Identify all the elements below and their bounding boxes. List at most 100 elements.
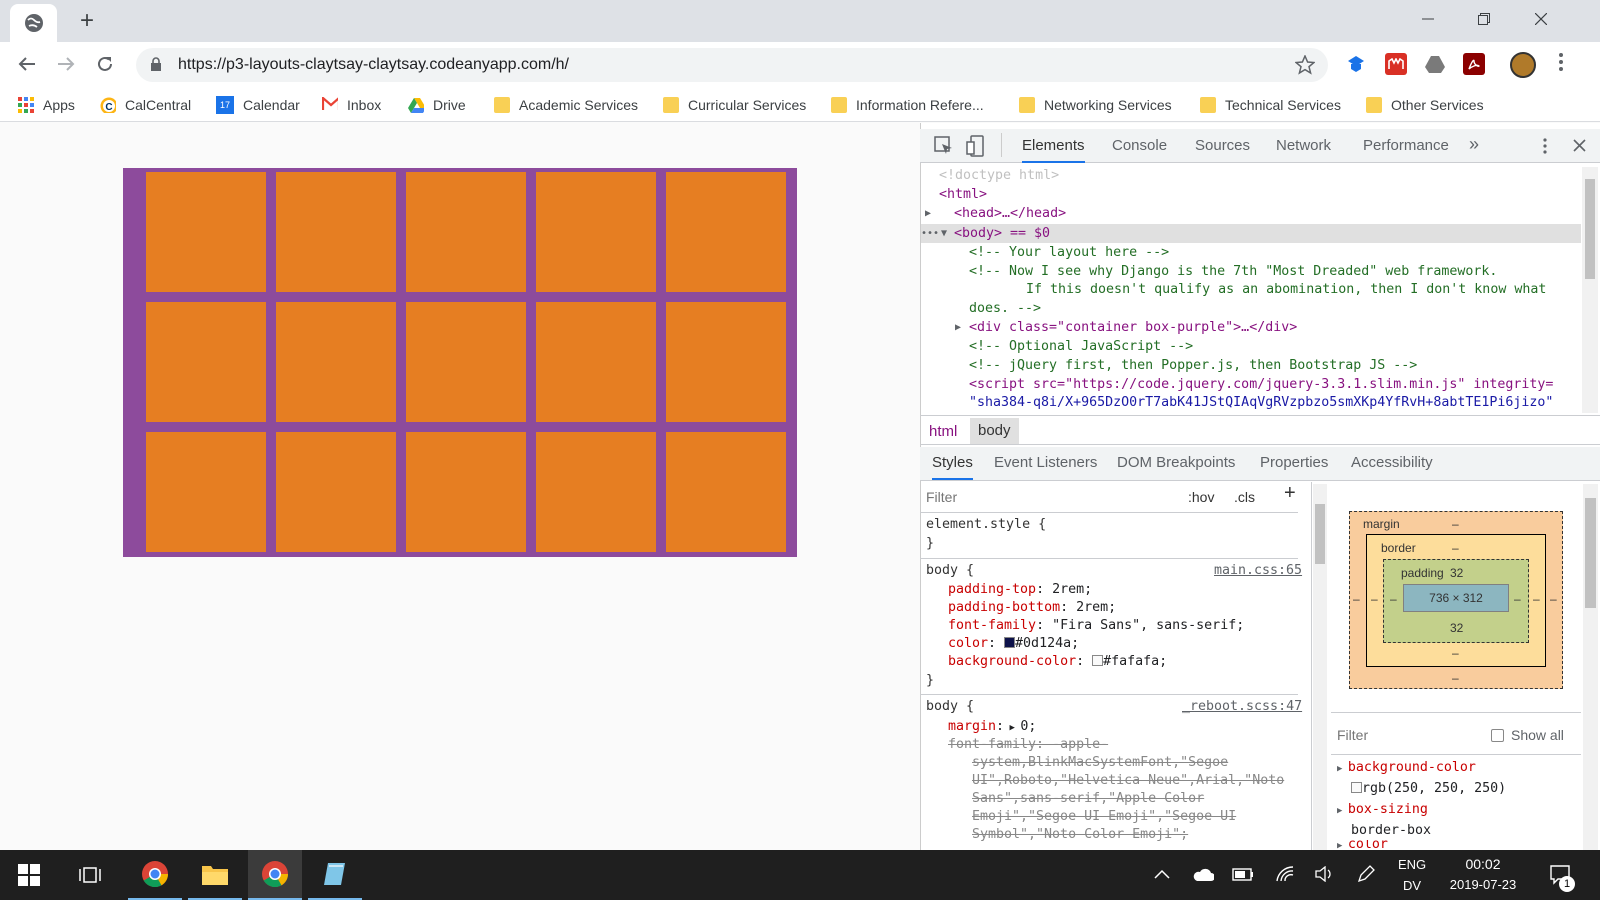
extension-4-icon[interactable] (1463, 53, 1485, 75)
css-declaration[interactable]: margin: ▶ 0; (948, 718, 1036, 738)
extension-1-icon[interactable] (1345, 53, 1367, 75)
extension-3-icon[interactable] (1424, 53, 1446, 75)
overridden-declaration[interactable]: font-family: -apple- (948, 736, 1108, 755)
border-right-value[interactable]: – (1533, 592, 1540, 606)
dom-line[interactable]: does. --> (969, 299, 1041, 318)
volume-icon[interactable] (1315, 866, 1335, 882)
css-declaration[interactable]: font-family: "Fira Sans", sans-serif; (948, 617, 1244, 636)
device-toolbar-icon[interactable] (966, 135, 984, 157)
css-declaration[interactable]: padding-top: 2rem; (948, 581, 1092, 600)
collapse-arrow-icon[interactable]: ▼ (941, 224, 947, 243)
dom-line[interactable]: <!doctype html> (939, 166, 1059, 185)
wifi-icon[interactable] (1275, 865, 1295, 883)
computed-property[interactable]: ▶ box-sizing border-box (1337, 800, 1431, 840)
color-swatch[interactable] (1004, 637, 1016, 648)
bookmark-folder-information[interactable]: Information Refere... (831, 94, 984, 116)
computed-property[interactable]: ▶ background-color rgb(250, 250, 250) (1337, 758, 1506, 798)
bookmark-calendar[interactable]: 17 Calendar (216, 94, 300, 116)
devtools-menu-icon[interactable] (1542, 137, 1548, 155)
bookmark-folder-networking[interactable]: Networking Services (1019, 94, 1172, 116)
clock[interactable]: 00:02 2019-07-23 (1445, 856, 1521, 892)
dom-line[interactable]: <!-- Your layout here --> (969, 243, 1169, 262)
computed-property[interactable]: ▶ color (1337, 840, 1388, 850)
close-devtools-icon[interactable] (1573, 139, 1586, 152)
computed-filter-input[interactable] (1337, 724, 1457, 746)
url-text[interactable]: https://p3-layouts-claytsay-claytsay.cod… (178, 56, 569, 74)
dom-line-selected[interactable]: <body> == $0 (954, 224, 1050, 243)
dom-line[interactable]: <!-- Now I see why Django is the 7th "Mo… (969, 262, 1497, 281)
tab-sources[interactable]: Sources (1195, 137, 1250, 163)
dom-line[interactable]: <html> (939, 185, 987, 204)
subtab-styles[interactable]: Styles (932, 454, 973, 480)
tab-elements[interactable]: Elements (1022, 137, 1085, 163)
rule-source-link[interactable]: _reboot.scss:47 (1182, 698, 1302, 717)
hov-toggle[interactable]: :hov (1188, 488, 1214, 507)
css-declaration[interactable]: color: #0d124a; (948, 635, 1079, 654)
rule-source-link[interactable]: main.css:65 (1214, 562, 1302, 581)
box-model-content[interactable]: 736 × 312 (1403, 584, 1509, 612)
margin-right-value[interactable]: – (1550, 592, 1557, 606)
css-declaration[interactable]: padding-bottom: 2rem; (948, 599, 1116, 618)
padding-bottom-value[interactable]: 32 (1450, 621, 1463, 635)
action-center-button[interactable]: 1 (1549, 864, 1575, 892)
back-button[interactable] (13, 50, 41, 78)
tab-console[interactable]: Console (1112, 137, 1167, 163)
ellipsis-icon[interactable]: ••• (921, 224, 939, 243)
dom-line[interactable]: If this doesn't qualify as an abominatio… (1026, 280, 1546, 299)
dom-line[interactable]: "sha384-q8i/X+965DzO0rT7abK41JStQIAqVgRV… (969, 393, 1553, 412)
start-button[interactable] (2, 850, 56, 900)
new-rule-button[interactable]: + (1284, 483, 1296, 502)
bookmark-star-icon[interactable] (1295, 55, 1315, 75)
padding-top-value[interactable]: 32 (1450, 566, 1463, 580)
profile-avatar[interactable] (1510, 52, 1536, 78)
bookmark-folder-academic[interactable]: Academic Services (494, 94, 638, 116)
elements-tree[interactable]: <!doctype html> <html> ▶ <head>…</head> … (921, 164, 1580, 415)
dom-line[interactable]: <div class="container box-purple">…</div… (969, 318, 1297, 337)
padding-left-value[interactable]: – (1390, 592, 1397, 606)
padding-right-value[interactable]: – (1514, 592, 1521, 606)
bookmark-folder-other[interactable]: Other Services (1366, 94, 1484, 116)
inspect-element-icon[interactable] (934, 136, 954, 156)
chevron-up-icon[interactable] (1154, 868, 1170, 880)
bookmark-drive[interactable]: Drive (408, 94, 466, 116)
show-all-checkbox[interactable] (1491, 729, 1504, 742)
reload-button[interactable] (91, 50, 119, 78)
taskbar-file-explorer[interactable] (188, 850, 242, 900)
styles-filter-input[interactable] (926, 485, 1166, 509)
breadcrumb-body[interactable]: body (970, 418, 1019, 444)
close-window-button[interactable] (1518, 4, 1564, 34)
expand-arrow-icon[interactable]: ▶ (955, 318, 961, 337)
color-swatch[interactable] (1092, 655, 1104, 666)
onedrive-icon[interactable] (1192, 866, 1214, 882)
dom-line[interactable]: <!-- jQuery first, then Popper.js, then … (969, 356, 1417, 375)
minimize-button[interactable] (1405, 4, 1451, 34)
taskbar-chrome-2[interactable] (248, 850, 302, 900)
language-indicator[interactable]: ENG DV (1398, 857, 1426, 893)
bookmark-calcentral[interactable]: C CalCentral (100, 94, 191, 116)
extension-2-icon[interactable] (1385, 53, 1407, 75)
elements-scrollbar[interactable] (1582, 167, 1598, 413)
pen-icon[interactable] (1356, 864, 1376, 884)
border-left-value[interactable]: – (1371, 592, 1378, 606)
browser-menu-button[interactable] (1558, 52, 1568, 76)
new-tab-button[interactable]: + (74, 7, 100, 34)
rule-selector[interactable]: body { (926, 562, 974, 581)
bookmark-folder-curricular[interactable]: Curricular Services (663, 94, 806, 116)
breadcrumb-html[interactable]: html (929, 423, 957, 440)
rule-selector[interactable]: body { (926, 698, 974, 717)
subtab-accessibility[interactable]: Accessibility (1351, 454, 1433, 471)
more-tabs-button[interactable]: » (1469, 134, 1479, 160)
css-declaration[interactable]: background-color: #fafafa; (948, 653, 1167, 672)
border-top-value[interactable]: – (1452, 541, 1459, 555)
margin-left-value[interactable]: – (1353, 592, 1360, 606)
dom-line[interactable]: <!-- Optional JavaScript --> (969, 337, 1193, 356)
subtab-dom-breakpoints[interactable]: DOM Breakpoints (1117, 454, 1235, 471)
forward-button[interactable] (52, 50, 80, 78)
dom-line[interactable]: <head>…</head> (954, 204, 1066, 223)
subtab-properties[interactable]: Properties (1260, 454, 1328, 471)
bookmark-inbox[interactable]: Inbox (322, 94, 381, 116)
dom-line[interactable]: <script src="https://code.jquery.com/jqu… (969, 375, 1553, 394)
element-style-selector[interactable]: element.style { (926, 516, 1046, 535)
margin-top-value[interactable]: – (1452, 517, 1459, 531)
tab-network[interactable]: Network (1276, 137, 1331, 163)
